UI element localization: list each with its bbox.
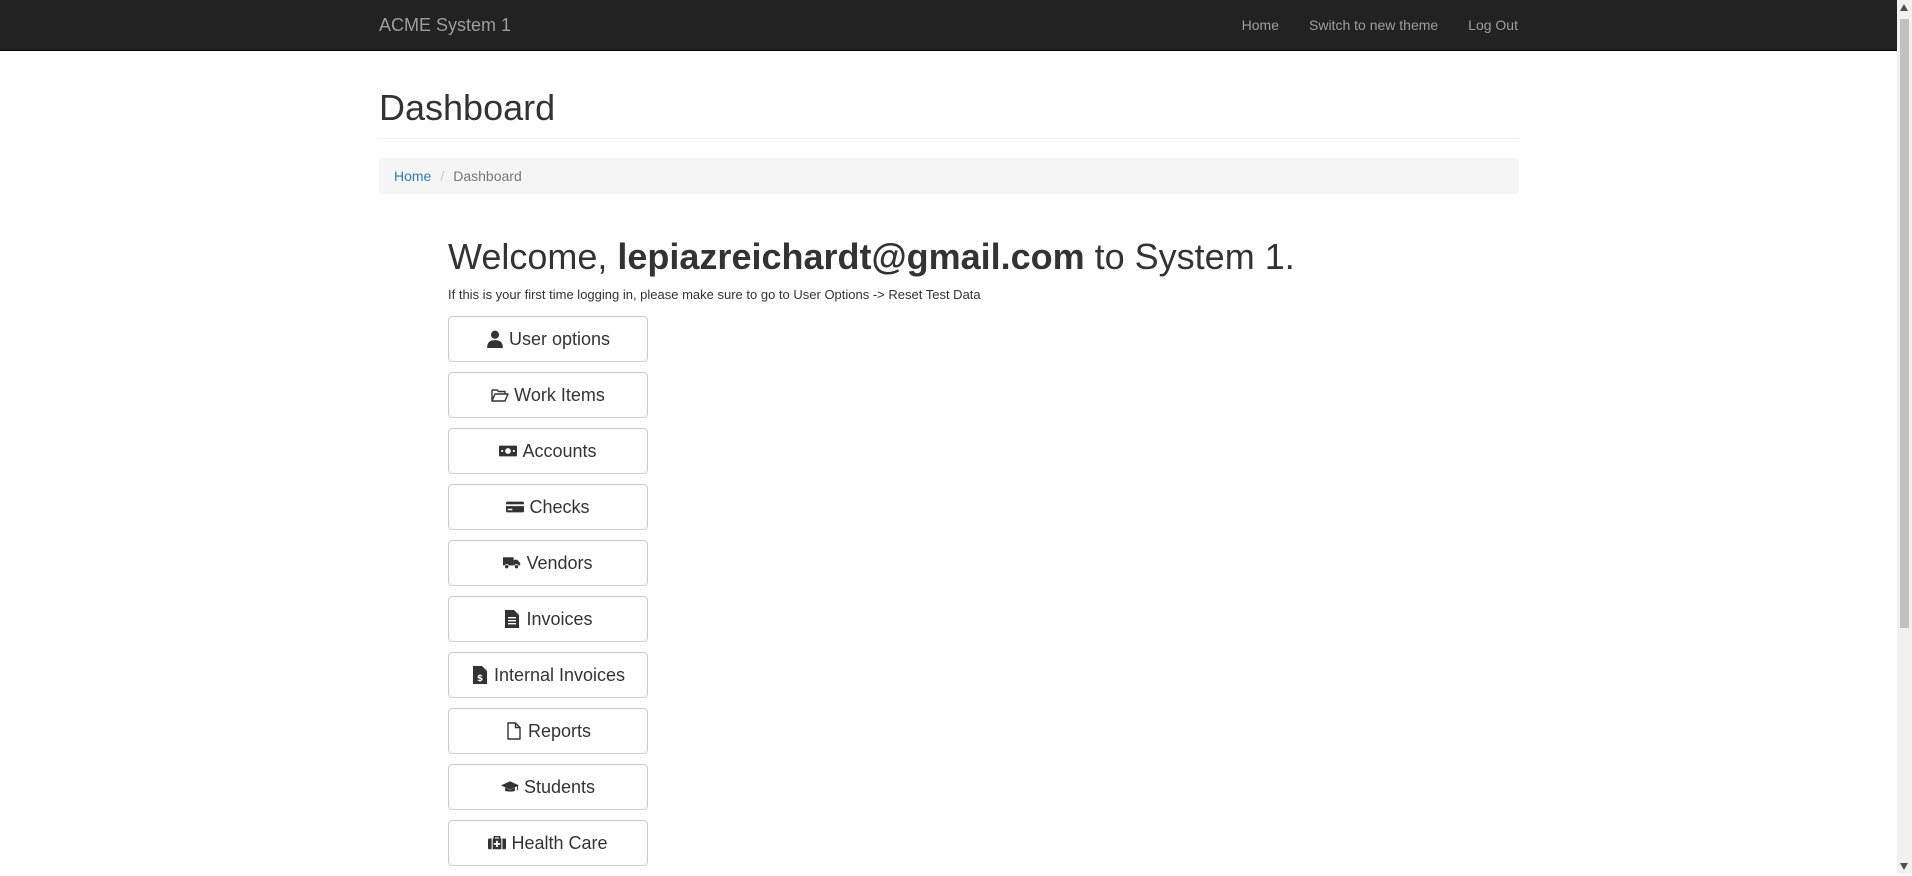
vertical-scrollbar[interactable] — [1897, 0, 1912, 874]
internal-invoices-label: Internal Invoices — [493, 664, 626, 685]
breadcrumb-current: Dashboard — [453, 168, 522, 184]
work-items-button[interactable]: Work Items — [448, 372, 648, 418]
file-invoice-icon — [503, 610, 521, 628]
vendors-label: Vendors — [526, 552, 593, 573]
breadcrumb-separator: / — [440, 168, 445, 184]
health-care-button[interactable]: Health Care — [448, 820, 648, 866]
students-label: Students — [523, 776, 596, 797]
money-bill-icon — [499, 442, 518, 460]
accounts-button[interactable]: Accounts — [448, 428, 648, 474]
scrollbar-thumb[interactable] — [1900, 19, 1909, 628]
welcome-heading: Welcome, lepiazreichardt@gmail.com to Sy… — [448, 236, 1295, 278]
internal-invoices-button[interactable]: $ Internal Invoices — [448, 652, 648, 698]
page-header: Dashboard — [379, 88, 1519, 139]
welcome-note: If this is your first time logging in, p… — [448, 287, 981, 302]
reports-button[interactable]: Reports — [448, 708, 648, 754]
medkit-icon — [488, 834, 507, 852]
user-options-button[interactable]: User options — [448, 316, 648, 362]
credit-card-icon — [506, 498, 525, 516]
folder-open-icon — [491, 386, 509, 404]
breadcrumb-home-link[interactable]: Home — [394, 168, 431, 184]
truck-icon — [503, 554, 521, 572]
scroll-down-arrow-icon[interactable] — [1900, 863, 1908, 870]
user-options-label: User options — [508, 328, 611, 349]
nav-links: Home Switch to new theme Log Out — [1227, 0, 1518, 50]
breadcrumb: Home / Dashboard — [379, 158, 1519, 194]
user-icon — [486, 330, 504, 348]
students-button[interactable]: Students — [448, 764, 648, 810]
checks-label: Checks — [529, 496, 590, 517]
vendors-button[interactable]: Vendors — [448, 540, 648, 586]
welcome-prefix: Welcome, — [448, 236, 618, 277]
brand-link[interactable]: ACME System 1 — [379, 14, 511, 36]
nav-home-link[interactable]: Home — [1227, 0, 1294, 50]
accounts-label: Accounts — [522, 440, 597, 461]
invoices-button[interactable]: Invoices — [448, 596, 648, 642]
work-items-label: Work Items — [514, 384, 605, 405]
health-care-label: Health Care — [511, 832, 608, 853]
svg-text:$: $ — [477, 674, 483, 684]
graduation-cap-icon — [500, 778, 519, 796]
nav-logout-link[interactable]: Log Out — [1453, 0, 1518, 50]
file-icon — [505, 722, 523, 740]
checks-button[interactable]: Checks — [448, 484, 648, 530]
dashboard-menu: User options Work Items Accounts Checks … — [448, 316, 648, 876]
nav-switch-theme-link[interactable]: Switch to new theme — [1294, 0, 1453, 50]
file-invoice-dollar-icon: $ — [471, 666, 489, 684]
reports-label: Reports — [527, 720, 592, 741]
top-navbar: ACME System 1 Home Switch to new theme L… — [0, 0, 1897, 51]
scroll-up-arrow-icon[interactable] — [1900, 4, 1908, 11]
main-container: Dashboard Home / Dashboard Welcome, lepi… — [379, 51, 1519, 866]
welcome-user-email: lepiazreichardt@gmail.com — [617, 236, 1085, 277]
page-title: Dashboard — [379, 87, 556, 128]
invoices-label: Invoices — [526, 608, 593, 629]
welcome-suffix: to System 1. — [1084, 236, 1295, 277]
